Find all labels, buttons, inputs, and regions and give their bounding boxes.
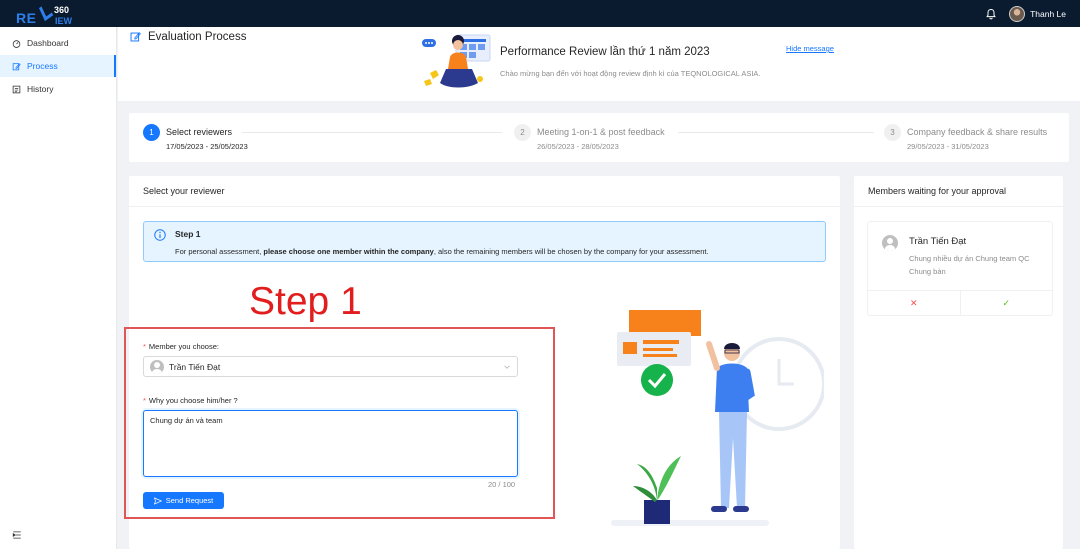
avatar	[1009, 5, 1026, 22]
sidebar: Dashboard Process History	[0, 27, 117, 549]
step-connector	[242, 132, 502, 133]
select-reviewer-card: Select your reviewer Step 1 For personal…	[124, 176, 840, 549]
required-mark: *	[143, 342, 146, 351]
check-icon: ✓	[1002, 297, 1011, 308]
step-dates: 29/05/2023 - 31/05/2023	[907, 142, 989, 151]
card-title: Members waiting for your approval	[854, 176, 1063, 207]
chevron-down-icon	[504, 365, 510, 369]
member-select-value: Trần Tiến Đạt	[169, 361, 221, 372]
alert-title: Step 1	[175, 229, 201, 239]
step-1[interactable]: 1 Select reviewers 17/05/2023 - 25/05/202…	[143, 124, 248, 151]
app-logo[interactable]: RE 360 IEW	[14, 1, 84, 26]
member-select[interactable]: Trần Tiến Đạt	[143, 356, 518, 377]
step-number: 2	[514, 124, 531, 141]
sidebar-item-history[interactable]: History	[0, 78, 116, 100]
alert-text-post: , also the remaining members will be cho…	[433, 247, 709, 256]
sidebar-item-process[interactable]: Process	[0, 55, 116, 77]
step-label: Company feedback & share results	[907, 127, 1048, 137]
logo-number: 360	[54, 4, 70, 15]
history-icon	[12, 85, 21, 93]
info-alert: Step 1 For personal assessment, please c…	[143, 221, 826, 262]
sidebar-item-label: Process	[27, 61, 58, 71]
reason-field-label: * Why you choose him/her ?	[143, 396, 238, 405]
sidebar-item-label: History	[27, 84, 54, 94]
bell-icon[interactable]	[985, 8, 997, 20]
page-title: Evaluation Process	[148, 31, 247, 43]
page-header: Evaluation Process Performance Review lầ…	[118, 27, 1080, 101]
top-bar: RE 360 IEW Thanh Le	[0, 0, 1080, 27]
member-description: Chung nhiều dự án Chung team QC Chung bà…	[909, 254, 1030, 276]
hide-message-link[interactable]: Hide message	[786, 44, 834, 53]
close-icon: ✕	[909, 297, 918, 308]
banner-subtitle: Chào mừng bạn đến với hoạt động review đ…	[500, 69, 761, 78]
alert-text: For personal assessment, please choose o…	[175, 247, 709, 256]
alert-text-bold: please choose one member within the comp…	[263, 247, 434, 256]
send-request-button[interactable]: Send Request	[143, 492, 224, 509]
step-dates: 17/05/2023 - 25/05/2023	[166, 142, 248, 151]
menu-fold-icon[interactable]	[12, 530, 22, 540]
reviewer-illustration	[611, 310, 824, 526]
process-steps: 1 Select reviewers 17/05/2023 - 25/05/202…	[129, 113, 1069, 162]
step-annotation: Step 1	[249, 280, 362, 323]
user-name: Thanh Le	[1030, 8, 1066, 19]
edit-icon	[130, 32, 141, 42]
step-number: 3	[884, 124, 901, 141]
member-field-label: * Member you choose:	[143, 342, 219, 351]
step-2[interactable]: 2 Meeting 1-on-1 & post feedback 26/05/20…	[514, 124, 665, 151]
member-actions: ✕ ✓	[868, 290, 1052, 315]
required-mark: *	[143, 396, 146, 405]
member-label-text: Member you choose:	[148, 342, 219, 351]
card-title: Select your reviewer	[129, 176, 840, 207]
reject-button[interactable]: ✕	[868, 291, 961, 315]
avatar	[150, 359, 164, 374]
logo-check-icon	[38, 1, 54, 21]
logo-text: RE	[16, 9, 37, 26]
step-dates: 26/05/2023 - 28/05/2023	[537, 142, 619, 151]
approval-card: Members waiting for your approval Trần T…	[854, 176, 1063, 549]
member-name: Trần Tiến Đạt	[909, 236, 967, 247]
step-label: Select reviewers	[166, 127, 233, 137]
pending-member-card: Trần Tiến Đạt Chung nhiều dự án Chung te…	[867, 221, 1053, 316]
alert-text-pre: For personal assessment,	[175, 247, 264, 256]
edit-icon	[12, 62, 21, 70]
step-3[interactable]: 3 Company feedback & share results 29/05/…	[884, 124, 1047, 151]
dashboard-icon	[12, 39, 21, 48]
approve-button[interactable]: ✓	[961, 291, 1053, 315]
user-menu[interactable]: Thanh Le	[1009, 5, 1066, 22]
sidebar-item-label: Dashboard	[27, 38, 69, 48]
reason-label-text: Why you choose him/her ?	[148, 396, 238, 405]
step-number: 1	[143, 124, 160, 141]
send-request-label: Send Request	[165, 496, 214, 505]
reason-textarea[interactable]: Chung dự án và team	[143, 410, 518, 477]
send-icon	[153, 496, 162, 505]
sidebar-item-dashboard[interactable]: Dashboard	[0, 32, 116, 54]
info-icon	[154, 229, 166, 241]
logo-suffix: IEW	[55, 15, 72, 26]
step-connector	[678, 132, 874, 133]
avatar	[882, 235, 898, 251]
step-label: Meeting 1-on-1 & post feedback	[537, 127, 665, 137]
banner-title: Performance Review lần thứ 1 năm 2023	[500, 46, 710, 58]
banner-illustration	[422, 34, 491, 88]
char-counter: 20 / 100	[488, 480, 516, 489]
